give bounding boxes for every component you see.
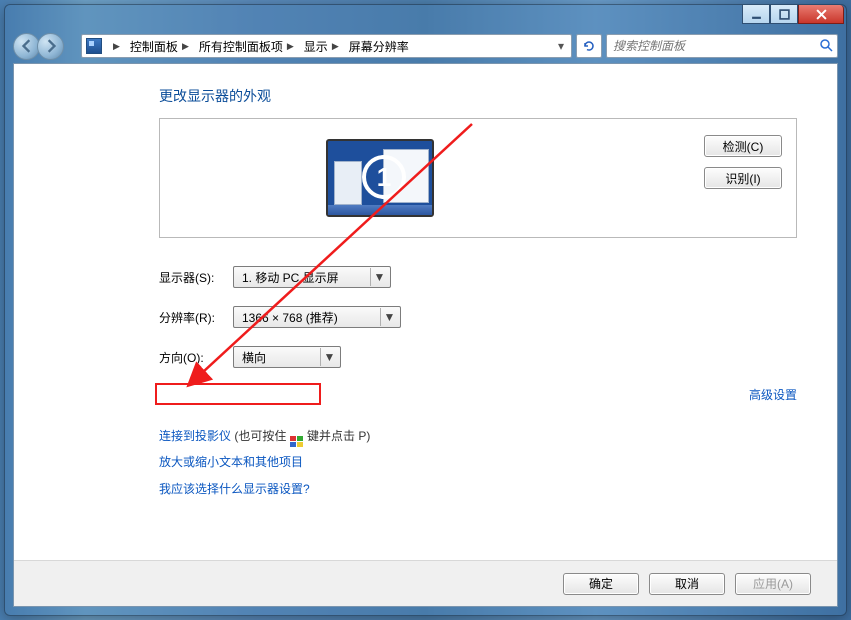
arrow-left-icon (20, 39, 34, 53)
dialog-button-bar: 确定 取消 应用(A) (14, 560, 837, 606)
settings-form: 显示器(S): 1. 移动 PC 显示屏 ▼ 分辨率(R): 1366 × 76… (159, 266, 797, 368)
page-title: 更改显示器的外观 (159, 86, 797, 106)
display-value: 1. 移动 PC 显示屏 (242, 269, 339, 286)
display-label: 显示器(S): (159, 269, 233, 286)
search-icon (819, 38, 833, 55)
mini-window (334, 161, 362, 205)
help-links: 连接到投影仪 (也可按住 键并点击 P) 放大或缩小文本和其他项目 我应该选择什… (159, 423, 797, 502)
advanced-settings-link[interactable]: 高级设置 (749, 388, 797, 402)
minimize-icon (751, 9, 762, 20)
refresh-button[interactable] (576, 34, 602, 58)
maximize-icon (779, 9, 790, 20)
monitor-preview-box: 1 检测(C) 识别(I) (159, 118, 797, 238)
resize-text-link[interactable]: 放大或缩小文本和其他项目 (159, 455, 303, 469)
projector-link[interactable]: 连接到投影仪 (159, 429, 231, 443)
back-button[interactable] (13, 33, 40, 60)
titlebar (5, 5, 846, 31)
advanced-row: 高级设置 (159, 386, 797, 403)
nav-back-forward (13, 32, 77, 60)
chevron-down-icon: ▼ (370, 268, 388, 286)
apply-button[interactable]: 应用(A) (735, 573, 811, 595)
display-dropdown[interactable]: 1. 移动 PC 显示屏 ▼ (233, 266, 391, 288)
identify-button[interactable]: 识别(I) (704, 167, 782, 189)
orientation-label: 方向(O): (159, 349, 233, 366)
window-frame: ▶ 控制面板▶ 所有控制面板项▶ 显示▶ 屏幕分辨率 ▾ (4, 4, 847, 616)
nav-row: ▶ 控制面板▶ 所有控制面板项▶ 显示▶ 屏幕分辨率 ▾ (13, 31, 838, 61)
chevron-down-icon: ▼ (380, 308, 398, 326)
control-panel-icon (86, 38, 102, 54)
content: 更改显示器的外观 1 检测(C) 识别(I) 显示器(S): 1. 移动 (14, 64, 837, 522)
mini-taskbar (328, 205, 432, 215)
breadcrumb-control-panel[interactable]: 控制面板▶ (127, 38, 194, 55)
close-button[interactable] (798, 5, 844, 24)
forward-button[interactable] (37, 33, 64, 60)
breadcrumb-resolution[interactable]: 屏幕分辨率 (346, 38, 412, 55)
address-bar[interactable]: ▶ 控制面板▶ 所有控制面板项▶ 显示▶ 屏幕分辨率 ▾ (81, 34, 572, 58)
orientation-dropdown[interactable]: 横向 ▼ (233, 346, 341, 368)
cancel-button[interactable]: 取消 (649, 573, 725, 595)
close-icon (816, 9, 827, 20)
ok-button[interactable]: 确定 (563, 573, 639, 595)
projector-note-1: (也可按住 (234, 429, 289, 443)
resolution-value: 1366 × 768 (推荐) (242, 309, 338, 326)
monitor-id-badge: 1 (362, 155, 406, 199)
resolution-label: 分辨率(R): (159, 309, 233, 326)
breadcrumb-label: 控制面板 (130, 38, 178, 55)
projector-line: 连接到投影仪 (也可按住 键并点击 P) (159, 423, 797, 449)
maximize-button[interactable] (770, 5, 798, 24)
breadcrumb-label: 所有控制面板项 (199, 38, 283, 55)
caption-buttons (742, 5, 846, 24)
search-input[interactable] (611, 38, 833, 54)
resolution-dropdown[interactable]: 1366 × 768 (推荐) ▼ (233, 306, 401, 328)
monitor-side-buttons: 检测(C) 识别(I) (704, 135, 782, 189)
breadcrumb-display[interactable]: 显示▶ (301, 38, 344, 55)
detect-button[interactable]: 检测(C) (704, 135, 782, 157)
which-display-link[interactable]: 我应该选择什么显示器设置? (159, 482, 310, 496)
row-orientation: 方向(O): 横向 ▼ (159, 346, 797, 368)
monitor-thumbnail[interactable]: 1 (326, 139, 434, 217)
breadcrumb-label: 屏幕分辨率 (349, 38, 409, 55)
search-box[interactable] (606, 34, 838, 58)
client-area: 更改显示器的外观 1 检测(C) 识别(I) 显示器(S): 1. 移动 (13, 63, 838, 607)
row-display: 显示器(S): 1. 移动 PC 显示屏 ▼ (159, 266, 797, 288)
arrow-right-icon (44, 39, 58, 53)
windows-logo-icon (290, 431, 304, 443)
orientation-value: 横向 (242, 349, 266, 366)
chevron-down-icon: ▼ (320, 348, 338, 366)
breadcrumb-label: 显示 (304, 38, 328, 55)
refresh-icon (582, 39, 596, 53)
projector-note-2: 键并点击 P) (307, 429, 370, 443)
breadcrumb-sep-root[interactable]: ▶ (108, 41, 125, 52)
row-resolution: 分辨率(R): 1366 × 768 (推荐) ▼ (159, 306, 797, 328)
address-dropdown[interactable]: ▾ (553, 35, 569, 57)
minimize-button[interactable] (742, 5, 770, 24)
breadcrumb-all-items[interactable]: 所有控制面板项▶ (196, 38, 299, 55)
